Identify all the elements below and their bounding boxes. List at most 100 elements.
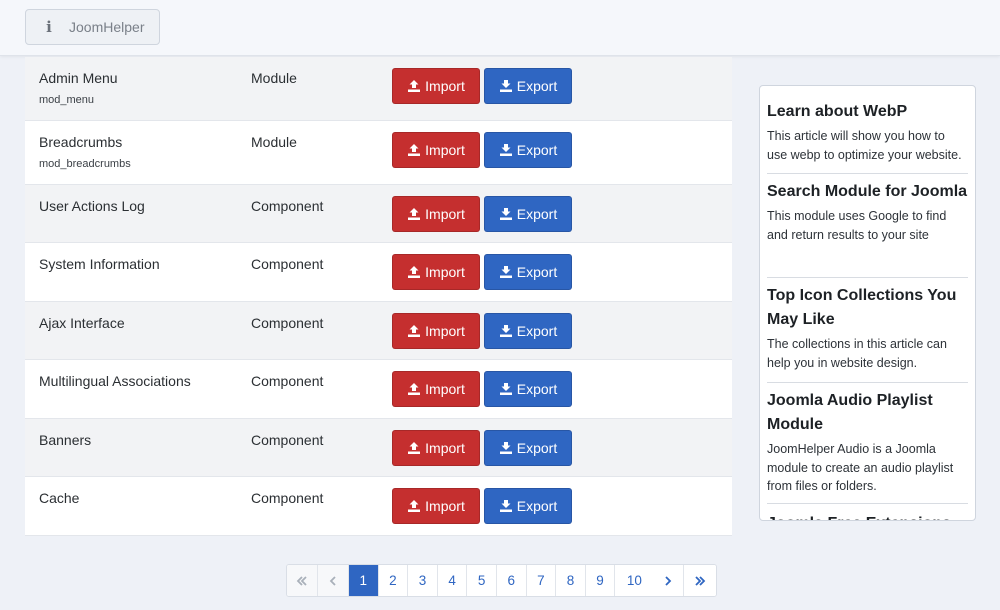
pagination-page[interactable]: 8 (556, 565, 586, 596)
extension-type: Component (251, 490, 324, 506)
export-button-label: Export (516, 498, 558, 514)
import-button-label: Import (425, 323, 465, 339)
extension-element: mod_menu (39, 94, 95, 106)
article-item[interactable]: Top Icon Collections You May Like The col… (767, 284, 968, 383)
import-button[interactable]: Import (392, 430, 480, 466)
extension-type: Component (251, 256, 324, 272)
joomhelper-button-label: JoomHelper (69, 19, 145, 35)
export-button-label: Export (516, 381, 558, 397)
extension-name: Multilingual Associations (39, 373, 191, 389)
extension-name: System Information (39, 256, 160, 272)
extension-type: Component (251, 198, 324, 214)
pagination-page[interactable]: 4 (437, 565, 468, 596)
article-description: This article will show you how to use we… (767, 129, 962, 162)
pagination-page[interactable]: 5 (467, 565, 497, 596)
import-button-label: Import (425, 78, 465, 94)
export-button[interactable]: Export (484, 488, 572, 524)
article-description: This module uses Google to find and retu… (767, 209, 947, 242)
extension-name: Banners (39, 432, 92, 448)
export-button-label: Export (516, 323, 558, 339)
export-button[interactable]: Export (484, 371, 572, 407)
extension-type: Module (251, 70, 297, 86)
table-row: System Information Component Import Export (25, 243, 732, 302)
table-row: Breadcrumbs mod_breadcrumbs Module Import Ex… (25, 121, 732, 185)
table-row: User Actions Log Component Import Export (25, 185, 732, 243)
article-item[interactable]: Search Module for Joomla This module uses… (767, 180, 968, 278)
upload-icon (407, 499, 421, 513)
article-title[interactable]: Joomla Audio Playlist Module (767, 389, 968, 437)
extension-name: Ajax Interface (39, 315, 125, 331)
info-icon: i (46, 18, 52, 36)
extension-name: Admin Menu (39, 70, 118, 86)
joomhelper-button[interactable]: i JoomHelper (25, 9, 160, 45)
chevron-left-icon (329, 575, 336, 586)
pagination-page[interactable]: 10 (615, 565, 654, 596)
article-title[interactable]: Search Module for Joomla (767, 180, 968, 204)
table-row: Multilingual Associations Component Import… (25, 360, 732, 419)
download-icon (499, 79, 513, 93)
import-button-label: Import (425, 440, 465, 456)
import-button[interactable]: Import (392, 132, 480, 168)
article-title[interactable]: Top Icon Collections You May Like (767, 284, 968, 332)
download-icon (499, 143, 513, 157)
export-button[interactable]: Export (484, 68, 572, 104)
extension-type: Component (251, 432, 324, 448)
upload-icon (407, 324, 421, 338)
table-row: Cache Component Import Export (25, 477, 732, 536)
pagination-page[interactable]: 9 (585, 565, 616, 596)
extension-type: Module (251, 134, 297, 150)
download-icon (499, 499, 513, 513)
pagination-last[interactable] (684, 565, 717, 596)
article-item[interactable]: Joomla Free Extensions (767, 512, 968, 520)
table-row: Banners Component Import Export (25, 419, 732, 477)
extension-name: Cache (39, 490, 80, 506)
article-description: The collections in this article can help… (767, 337, 947, 370)
pagination-page[interactable]: 1 (349, 565, 379, 596)
export-button[interactable]: Export (484, 430, 572, 466)
export-button[interactable]: Export (484, 313, 572, 349)
download-icon (499, 441, 513, 455)
double-chevron-right-icon (695, 575, 706, 586)
double-chevron-left-icon (296, 575, 307, 586)
import-button[interactable]: Import (392, 488, 480, 524)
pagination-page[interactable]: 6 (496, 565, 527, 596)
pagination-page[interactable]: 7 (526, 565, 557, 596)
import-button[interactable]: Import (392, 68, 480, 104)
export-button-label: Export (516, 78, 558, 94)
import-button[interactable]: Import (392, 371, 480, 407)
article-item[interactable]: Joomla Audio Playlist Module JoomHelper A… (767, 389, 968, 504)
import-button[interactable]: Import (392, 196, 480, 232)
export-button[interactable]: Export (484, 132, 572, 168)
articles-sidebar: Learn about WebP This article will show y… (759, 85, 976, 521)
import-button[interactable]: Import (392, 254, 480, 290)
export-button-label: Export (516, 142, 558, 158)
upload-icon (407, 207, 421, 221)
extension-type: Component (251, 373, 324, 389)
download-icon (499, 324, 513, 338)
import-button[interactable]: Import (392, 313, 480, 349)
import-button-label: Import (425, 264, 465, 280)
export-button-label: Export (516, 264, 558, 280)
export-button[interactable]: Export (484, 254, 572, 290)
table-row: Admin Menu mod_menu Module Import Export (25, 57, 732, 121)
article-item[interactable]: Learn about WebP This article will show y… (767, 100, 968, 174)
pagination-prev[interactable] (318, 565, 349, 596)
pagination-page[interactable]: 2 (378, 565, 409, 596)
pagination-page[interactable]: 3 (408, 565, 438, 596)
pagination-next[interactable] (653, 565, 685, 596)
export-button[interactable]: Export (484, 196, 572, 232)
import-button-label: Import (425, 381, 465, 397)
download-icon (499, 265, 513, 279)
article-description: JoomHelper Audio is a Joomla module to c… (767, 442, 954, 493)
export-button-label: Export (516, 206, 558, 222)
article-title[interactable]: Learn about WebP (767, 100, 968, 124)
upload-icon (407, 143, 421, 157)
upload-icon (407, 265, 421, 279)
extensions-table: Admin Menu mod_menu Module Import Export Brea… (25, 57, 732, 536)
extension-name: User Actions Log (39, 198, 145, 214)
export-button-label: Export (516, 440, 558, 456)
extension-type: Component (251, 315, 324, 331)
pagination-first[interactable] (287, 565, 318, 596)
article-title[interactable]: Joomla Free Extensions (767, 512, 968, 520)
upload-icon (407, 441, 421, 455)
